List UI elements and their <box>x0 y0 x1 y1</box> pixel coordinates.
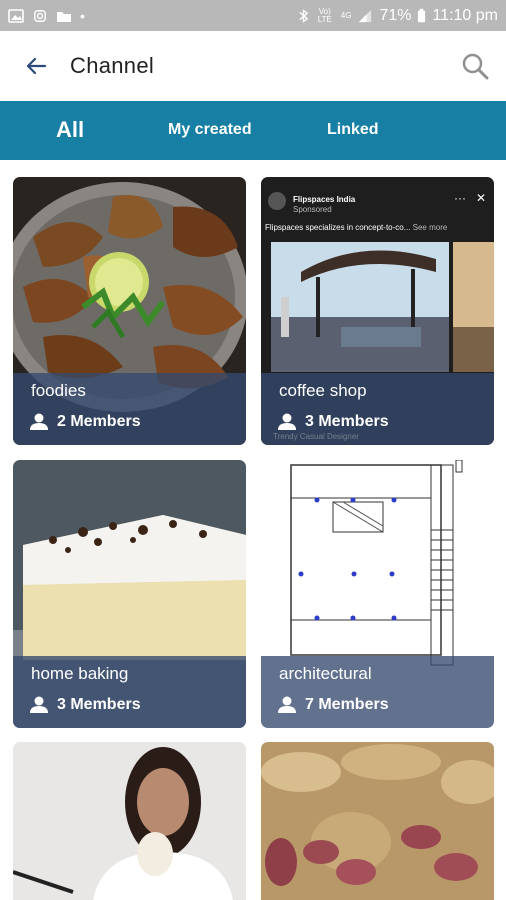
battery-icon <box>418 8 426 22</box>
search-icon <box>462 53 489 80</box>
channel-card-foodies[interactable]: foodies 2 Members <box>13 177 246 445</box>
ad-see-more: See more <box>412 223 448 232</box>
tab-all[interactable]: All <box>56 117 84 143</box>
tab-my-created[interactable]: My created <box>168 121 252 139</box>
network-type-label: 4G <box>340 10 352 20</box>
channel-card-5[interactable] <box>13 742 246 900</box>
search-button[interactable] <box>460 51 490 81</box>
signal-icon <box>359 9 372 22</box>
person-icon <box>278 696 296 713</box>
dot-icon: • <box>80 7 85 24</box>
app-bar: Channel <box>0 31 506 101</box>
channel-6-image <box>261 742 494 900</box>
arrow-left-icon <box>26 57 47 75</box>
battery-percent: 71% <box>379 6 412 24</box>
status-bar: • Vo) LTE 4G 71% 11:10 pm <box>0 0 506 31</box>
ad-close-icon: ✕ <box>475 191 486 205</box>
member-count-label: 7 Members <box>305 696 389 713</box>
ad-text: Flipspaces specializes in concept-to-co.… <box>265 223 447 232</box>
channel-name: foodies <box>31 381 86 400</box>
channel-card-architectural[interactable]: architectural 7 Members <box>261 460 494 728</box>
member-count: 3 Members <box>277 413 389 431</box>
instagram-icon <box>34 9 46 22</box>
tab-bar: All My created Linked <box>0 101 506 160</box>
member-count-label: 2 Members <box>57 413 141 430</box>
channel-card-home-baking[interactable]: home baking 3 Members <box>13 460 246 728</box>
channel-5-image <box>13 742 246 900</box>
ad-more-icon: ··· <box>454 191 466 205</box>
ad-brand: Flipspaces India <box>293 195 356 204</box>
person-icon <box>278 413 296 430</box>
bluetooth-icon <box>299 8 309 23</box>
ad-description: Flipspaces specializes in concept-to-co.… <box>265 223 411 232</box>
tab-linked[interactable]: Linked <box>327 121 379 139</box>
member-count-label: 3 Members <box>305 413 389 430</box>
back-button[interactable] <box>22 52 50 80</box>
channel-name: home baking <box>31 664 129 683</box>
member-count: 7 Members <box>277 696 389 714</box>
ad-header: Flipspaces India Sponsored <box>293 195 355 215</box>
member-count: 2 Members <box>29 413 141 431</box>
ad-subtext: Trendy Casual Designer <box>273 432 359 441</box>
ad-sponsored: Sponsored <box>293 205 332 214</box>
folder-icon <box>57 11 71 22</box>
channel-name: coffee shop <box>279 381 367 400</box>
clock: 11:10 pm <box>432 6 498 24</box>
member-count-label: 3 Members <box>57 696 141 713</box>
channel-name: architectural <box>279 664 372 683</box>
image-notification-icon <box>8 8 24 23</box>
member-count: 3 Members <box>29 696 141 714</box>
channel-card-6[interactable] <box>261 742 494 900</box>
person-icon <box>30 413 48 430</box>
volte-label: Vo) LTE <box>317 6 332 24</box>
channel-card-coffee-shop[interactable]: Flipspaces India Sponsored ··· ✕ Flipspa… <box>261 177 494 445</box>
page-title: Channel <box>70 53 155 78</box>
person-icon <box>30 696 48 713</box>
